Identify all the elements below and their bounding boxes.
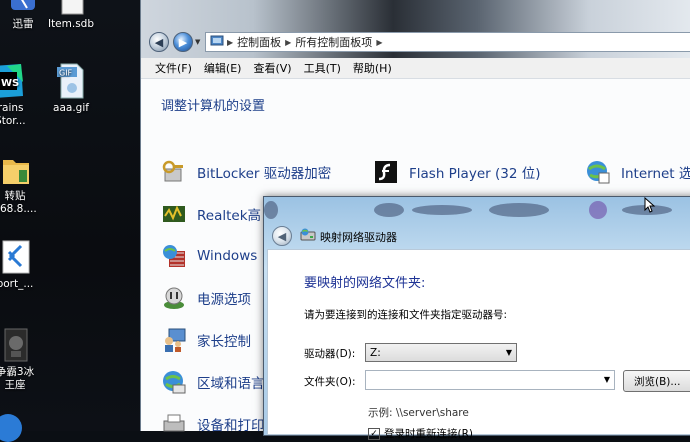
file-icon — [53, 0, 89, 16]
dialog-header: ◀ 映射网络驱动器 — [264, 223, 690, 249]
menu-help[interactable]: 帮助(H) — [347, 60, 398, 76]
dialog-heading: 要映射的网络文件夹: — [304, 276, 426, 291]
printer-icon — [161, 411, 187, 437]
desktop-icon-label: port_... — [0, 278, 34, 290]
breadcrumb-separator-icon[interactable]: ▶ — [376, 38, 382, 47]
page-title: 调整计算机的设置 — [161, 99, 266, 114]
desktop: 迅雷 Item.sdb WS Brains pStor... GIF aaa.g… — [0, 0, 145, 442]
realtek-icon — [161, 201, 187, 227]
desktop-icon-item-sdb[interactable]: Item.sdb — [36, 0, 106, 31]
desktop-icon-label: 争霸3冰 — [0, 366, 35, 378]
dialog-instruction: 请为要连接到的连接和文件夹指定驱动器号: — [304, 309, 508, 321]
navigation-bar: ◀ ▶ ▼ ▶ 控制面板 ▶ 所有控制面板项 ▶ — [145, 30, 690, 56]
breadcrumb-separator-icon[interactable]: ▶ — [285, 38, 291, 47]
arrow-left-icon: ◀ — [154, 35, 164, 49]
desktop-icon-label: aaa.gif — [53, 102, 89, 114]
desktop-icon-folder[interactable]: 转贴 168.8.... — [0, 150, 50, 216]
cp-item-label: Realtek高 — [197, 208, 262, 224]
reconnect-checkbox[interactable]: ✓ 登录时重新连接(R) — [368, 426, 473, 441]
cp-item-label: 区域和语言 — [197, 376, 265, 392]
control-panel-icon — [210, 35, 224, 50]
folder-label: 文件夹(O): — [304, 376, 356, 388]
desktop-icon-vscode[interactable]: port_... — [0, 238, 50, 291]
drive-letter-value: Z: — [370, 346, 381, 359]
dialog-back-button[interactable]: ◀ — [272, 226, 292, 246]
cp-item-label: BitLocker 驱动器加密 — [197, 166, 332, 182]
vscode-icon — [0, 238, 33, 276]
cp-item-label: Internet 选 — [621, 166, 690, 182]
breadcrumb-separator-icon[interactable]: ▶ — [227, 38, 233, 47]
forward-button[interactable]: ▶ — [173, 32, 193, 52]
svg-text:WS: WS — [1, 78, 19, 89]
menu-tools[interactable]: 工具(T) — [298, 60, 347, 76]
region-icon — [161, 369, 187, 395]
checkbox-checked-icon: ✓ — [368, 427, 380, 440]
address-bar[interactable]: ▶ 控制面板 ▶ 所有控制面板项 ▶ — [205, 32, 690, 52]
desktop-icon-label-line2: 王座 — [4, 379, 26, 391]
drive-label: 驱动器(D): — [304, 348, 356, 360]
cp-item-windows-firewall[interactable]: Windows — [161, 243, 257, 269]
dialog-glass-titlebar — [264, 197, 690, 223]
flash-icon — [373, 159, 399, 185]
folder-path-input[interactable]: ▼ — [365, 370, 615, 390]
desktop-icon-warcraft[interactable]: 争霸3冰 王座 — [0, 326, 50, 392]
windows-firewall-icon — [161, 243, 187, 269]
breadcrumb-control-panel[interactable]: 控制面板 — [237, 34, 281, 50]
desktop-icon-aaa-gif[interactable]: GIF aaa.gif — [36, 62, 106, 115]
internet-icon — [585, 159, 611, 185]
cp-item-flash[interactable]: Flash Player (32 位) — [373, 159, 540, 185]
folder-icon — [0, 150, 33, 188]
cp-item-region-language[interactable]: 区域和语言 — [161, 369, 265, 395]
map-network-drive-dialog: ◀ 映射网络驱动器 要映射的网络文件夹: 请为要连接到的连接和文件夹指定驱动器号… — [263, 196, 690, 440]
power-icon — [161, 285, 187, 311]
desktop-icon-label: 转贴 — [4, 190, 26, 202]
cp-item-label: 家长控制 — [197, 334, 251, 350]
cp-item-bitlocker[interactable]: BitLocker 驱动器加密 — [161, 159, 331, 185]
example-text: 示例: \\server\share — [368, 407, 469, 419]
gif-file-icon: GIF — [53, 62, 89, 100]
cp-item-label: 设备和打印 — [197, 418, 265, 434]
menu-file[interactable]: 文件(F) — [149, 60, 198, 76]
breadcrumb-all-items[interactable]: 所有控制面板项 — [295, 34, 372, 50]
reconnect-label: 登录时重新连接(R) — [384, 428, 473, 440]
back-button[interactable]: ◀ — [149, 32, 169, 52]
dialog-title: 映射网络驱动器 — [320, 231, 397, 244]
cp-item-devices-printers[interactable]: 设备和打印 — [161, 411, 265, 437]
menu-view[interactable]: 查看(V) — [247, 60, 297, 76]
desktop-icon-partial — [0, 414, 22, 442]
network-drive-icon — [300, 228, 316, 242]
cp-item-label: Flash Player (32 位) — [409, 166, 541, 182]
cp-item-label: Windows — [197, 248, 258, 264]
cp-item-parental-controls[interactable]: 家长控制 — [161, 327, 251, 353]
cp-item-label: 电源选项 — [197, 292, 251, 308]
recent-pages-icon[interactable]: ▼ — [195, 38, 200, 46]
parental-icon — [161, 327, 187, 353]
arrow-right-icon: ▶ — [178, 35, 188, 49]
desktop-icon-label: Item.sdb — [47, 18, 95, 30]
cp-item-realtek[interactable]: Realtek高 — [161, 201, 261, 227]
desktop-icon-label-line2: 168.8.... — [0, 203, 37, 215]
cp-item-power-options[interactable]: 电源选项 — [161, 285, 251, 311]
jetbrains-icon: WS — [0, 62, 25, 100]
dropdown-arrow-icon[interactable]: ▼ — [604, 375, 610, 384]
desktop-icon-label-line2: pStor... — [0, 115, 26, 127]
game-icon — [0, 326, 33, 364]
cp-item-internet-options[interactable]: Internet 选 — [585, 159, 690, 185]
drive-letter-select[interactable]: Z: ▼ — [365, 343, 517, 362]
bitlocker-icon — [161, 159, 187, 185]
mouse-cursor-icon — [644, 196, 656, 213]
dropdown-arrow-icon: ▼ — [505, 348, 512, 357]
dialog-content: 要映射的网络文件夹: 请为要连接到的连接和文件夹指定驱动器号: 驱动器(D): … — [267, 249, 690, 440]
svg-text:GIF: GIF — [59, 69, 73, 78]
menu-bar: 文件(F) 编辑(E) 查看(V) 工具(T) 帮助(H) — [141, 58, 690, 79]
arrow-left-icon: ◀ — [277, 229, 287, 243]
browse-button[interactable]: 浏览(B)... — [623, 370, 690, 392]
menu-edit[interactable]: 编辑(E) — [198, 60, 248, 76]
